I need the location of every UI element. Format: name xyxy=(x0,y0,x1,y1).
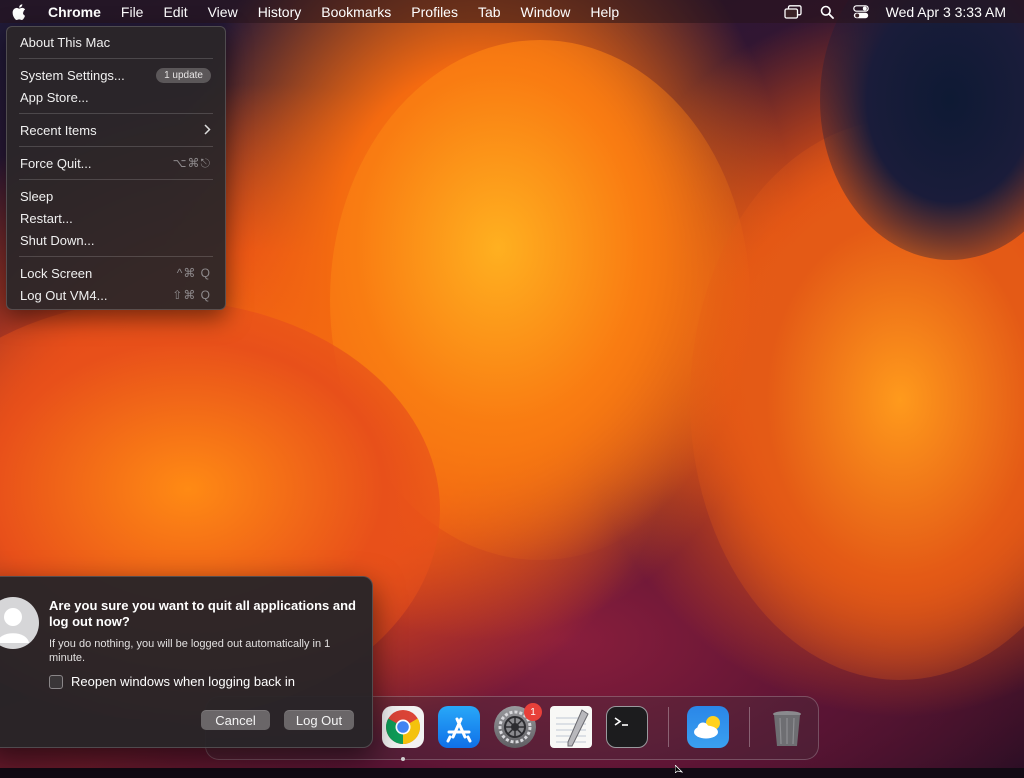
menu-item-label: Force Quit... xyxy=(20,155,92,171)
menu-item-sleep[interactable]: Sleep xyxy=(7,185,225,207)
dock-divider xyxy=(668,707,669,747)
cancel-button[interactable]: Cancel xyxy=(201,710,270,730)
menu-item-restart[interactable]: Restart... xyxy=(7,207,225,229)
menu-item-label: Lock Screen xyxy=(20,265,93,281)
notification-badge: 1 xyxy=(524,703,542,721)
menu-item-system-settings[interactable]: System Settings... 1 update xyxy=(7,64,225,86)
mouse-cursor-icon xyxy=(674,760,684,774)
dock-divider xyxy=(749,707,750,747)
search-icon[interactable] xyxy=(810,0,844,23)
menu-file[interactable]: File xyxy=(111,0,154,23)
shortcut-label: ^⌘ Q xyxy=(176,266,211,280)
menu-item-label: Log Out VM4... xyxy=(20,287,108,303)
trash-icon[interactable] xyxy=(766,706,808,748)
menu-edit[interactable]: Edit xyxy=(153,0,197,23)
menu-profiles[interactable]: Profiles xyxy=(401,0,468,23)
logout-dialog: Are you sure you want to quit all applic… xyxy=(0,576,373,748)
menu-app-name[interactable]: Chrome xyxy=(38,0,111,23)
log-out-button[interactable]: Log Out xyxy=(284,710,354,730)
chevron-right-icon xyxy=(204,122,211,138)
menu-item-label: Recent Items xyxy=(20,122,97,138)
menu-item-lock-screen[interactable]: Lock Screen ^⌘ Q xyxy=(7,262,225,284)
menu-separator xyxy=(19,113,213,114)
menu-item-label: System Settings... xyxy=(20,67,125,83)
user-avatar-icon xyxy=(0,597,39,649)
menu-item-about-this-mac[interactable]: About This Mac xyxy=(7,31,225,53)
menu-tab[interactable]: Tab xyxy=(468,0,511,23)
reopen-windows-row[interactable]: Reopen windows when logging back in xyxy=(49,674,295,689)
menu-item-label: Sleep xyxy=(20,188,54,204)
menu-help[interactable]: Help xyxy=(580,0,629,23)
menu-item-label: App Store... xyxy=(20,89,89,105)
shortcut-label: ⌥⌘⎋ xyxy=(172,155,211,170)
menu-history[interactable]: History xyxy=(248,0,312,23)
menu-clock[interactable]: Wed Apr 3 3:33 AM xyxy=(878,4,1006,20)
menu-item-label: About This Mac xyxy=(20,34,111,50)
menu-separator xyxy=(19,256,213,257)
menu-bookmarks[interactable]: Bookmarks xyxy=(311,0,401,23)
dialog-title: Are you sure you want to quit all applic… xyxy=(49,598,356,629)
menu-item-recent-items[interactable]: Recent Items xyxy=(7,119,225,141)
window-stack-icon[interactable] xyxy=(776,0,810,23)
weather-icon[interactable] xyxy=(687,706,729,748)
menu-window[interactable]: Window xyxy=(511,0,581,23)
shortcut-label: ⇧⌘ Q xyxy=(172,288,211,302)
control-center-icon[interactable] xyxy=(844,0,878,23)
running-indicator xyxy=(401,757,405,761)
dialog-message: If you do nothing, you will be logged ou… xyxy=(49,638,331,664)
menu-item-force-quit[interactable]: Force Quit... ⌥⌘⎋ xyxy=(7,152,225,174)
menu-separator xyxy=(19,146,213,147)
chrome-icon[interactable] xyxy=(382,706,424,748)
menu-item-log-out[interactable]: Log Out VM4... ⇧⌘ Q xyxy=(7,284,225,306)
textedit-icon[interactable] xyxy=(550,706,592,748)
menu-bar: Chrome File Edit View History Bookmarks … xyxy=(0,0,1024,23)
menu-view[interactable]: View xyxy=(198,0,248,23)
menu-item-shut-down[interactable]: Shut Down... xyxy=(7,229,225,251)
apple-menu-dropdown: About This Mac System Settings... 1 upda… xyxy=(6,26,226,310)
apple-icon[interactable] xyxy=(0,0,38,23)
menu-item-app-store[interactable]: App Store... xyxy=(7,86,225,108)
reopen-windows-checkbox[interactable] xyxy=(49,674,63,689)
menu-item-label: Restart... xyxy=(20,210,73,226)
checkbox-label: Reopen windows when logging back in xyxy=(71,674,296,689)
terminal-icon[interactable] xyxy=(606,706,648,748)
app-store-icon[interactable] xyxy=(438,706,480,748)
menu-separator xyxy=(19,58,213,59)
menu-item-label: Shut Down... xyxy=(20,232,95,248)
menu-separator xyxy=(19,179,213,180)
update-badge: 1 update xyxy=(156,67,211,83)
